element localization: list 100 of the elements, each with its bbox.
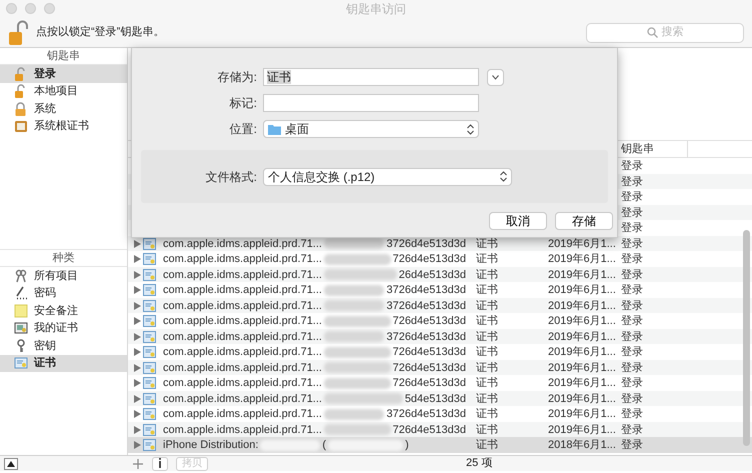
date-cell: 2018年6月1... <box>548 439 616 451</box>
sidebar-item[interactable]: 所有项目 <box>0 267 127 284</box>
keychain-cell: 登录 <box>621 346 643 358</box>
name-cell-text: ( <box>322 438 326 453</box>
kind-cell: 证书 <box>476 346 498 358</box>
redaction-blur <box>324 346 391 358</box>
certificate-icon <box>143 377 156 390</box>
certificate-icon <box>143 315 156 328</box>
up-down-arrows-icon <box>467 124 474 134</box>
keychain-cell: 登录 <box>621 392 643 404</box>
kind-cell: 证书 <box>476 439 498 451</box>
keychain-cell: 登录 <box>621 439 643 451</box>
name-cell-text: 726d4e513d3d <box>392 360 466 376</box>
redaction-blur <box>324 408 384 420</box>
name-cell-text: 5d4e513d3d <box>404 392 466 406</box>
kind-cell: 证书 <box>476 424 498 436</box>
certificate-icon <box>143 238 156 250</box>
sidebar-item[interactable]: 系统 <box>0 100 127 118</box>
table-row[interactable]: com.apple.idms.appleid.prd.71... 726d4e513d3d 证书 2019年6月1... 登录 <box>128 422 752 437</box>
sidebar-item[interactable]: 密钥 <box>0 337 127 354</box>
keychain-cell: 登录 <box>621 330 643 342</box>
certificate-icon <box>143 300 156 312</box>
lock-icon <box>14 102 28 116</box>
cancel-button[interactable]: 取消 <box>489 212 547 230</box>
redaction-blur <box>324 316 391 327</box>
table-row[interactable]: com.apple.idms.appleid.prd.71... 726d4e513d3d 证书 2019年6月1... 登录 <box>128 375 752 390</box>
redaction-blur <box>324 424 391 436</box>
table-row[interactable]: com.apple.idms.appleid.prd.71... 726d4e513d3d 证书 2019年6月1... 登录 <box>128 360 752 375</box>
field-label: 文件格式: <box>204 168 258 186</box>
sidebar-toggle-icon[interactable] <box>4 458 18 470</box>
sidebar-item[interactable]: 证书 <box>0 354 127 372</box>
date-cell: 2019年6月1... <box>548 424 616 436</box>
section-header: 种类 <box>0 250 127 267</box>
table-row[interactable]: iPhone Distribution: ( ) 证书 2018年6月1... 登录 <box>128 437 752 452</box>
redaction-blur <box>324 238 384 250</box>
scrollbar[interactable] <box>743 230 750 446</box>
certificate-icon <box>143 330 156 343</box>
keychain-cell: 登录 <box>621 284 643 296</box>
text-field[interactable] <box>263 94 479 112</box>
keychain-cell: 登录 <box>621 315 643 327</box>
sidebar-item[interactable]: 本地项目 <box>0 82 127 100</box>
certificate-icon <box>143 408 156 420</box>
name-cell-text: 3726d4e513d3d <box>386 330 466 344</box>
table-row[interactable]: com.apple.idms.appleid.prd.71... 726d4e513d3d 证书 2019年6月1... 登录 <box>128 344 752 360</box>
text-field[interactable]: 证书 <box>263 68 479 86</box>
date-cell: 2019年6月1... <box>548 346 616 358</box>
section-header: 钥匙串 <box>0 48 127 65</box>
name-cell-text: 3726d4e513d3d <box>386 298 466 314</box>
table-row[interactable]: com.apple.idms.appleid.prd.71... 3726d4e513d3d 证书 2019年6月1... 登录 <box>128 298 752 313</box>
name-cell-text: com.apple.idms.appleid.prd.71... <box>163 360 322 376</box>
name-cell-text: 3726d4e513d3d <box>386 407 466 422</box>
format-popup[interactable]: 个人信息交换 (.p12) <box>263 168 512 186</box>
name-cell-text: com.apple.idms.appleid.prd.71... <box>163 422 322 438</box>
redaction-blur <box>260 440 320 451</box>
redaction-blur <box>324 331 384 342</box>
save-button[interactable]: 存储 <box>555 212 613 230</box>
add-icon[interactable] <box>132 458 144 470</box>
certificate-icon <box>143 392 156 405</box>
location-popup[interactable]: 桌面 <box>263 120 479 138</box>
certificate-icon <box>143 439 156 452</box>
date-cell: 2019年6月1... <box>548 392 616 404</box>
sidebar-item[interactable]: 登录 <box>0 65 127 82</box>
redaction-blur <box>324 378 391 389</box>
name-cell-text: com.apple.idms.appleid.prd.71... <box>163 298 322 314</box>
sidebar-item[interactable]: 我的证书 <box>0 320 127 337</box>
kind-cell: 证书 <box>476 408 498 420</box>
table-row[interactable]: com.apple.idms.appleid.prd.71... 726d4e513d3d 证书 2019年6月1... 登录 <box>128 251 752 266</box>
date-cell: 2019年6月1... <box>548 315 616 327</box>
name-cell-text: iPhone Distribution: <box>163 438 258 453</box>
table-row[interactable]: com.apple.idms.appleid.prd.71... 3726d4e513d3d 证书 2019年6月1... 登录 <box>128 282 752 298</box>
kind-cell: 证书 <box>476 330 498 342</box>
certificate-icon <box>14 321 28 336</box>
sidebar-item[interactable]: 密码 <box>0 284 127 302</box>
keychain-cell: 登录 <box>621 300 643 312</box>
date-cell: 2019年6月1... <box>548 284 616 296</box>
field-label: 位置: <box>228 121 258 138</box>
certificate-icon <box>143 362 156 374</box>
table-row[interactable]: com.apple.idms.appleid.prd.71... 726d4e513d3d 证书 2019年6月1... 登录 <box>128 313 752 328</box>
keychain-cell: 登录 <box>621 160 643 172</box>
name-cell-text: com.apple.idms.appleid.prd.71... <box>163 407 322 422</box>
table-row[interactable]: com.apple.idms.appleid.prd.71... 3726d4e513d3d 证书 2019年6月1... 登录 <box>128 328 752 344</box>
expand-button[interactable] <box>487 68 504 86</box>
pen-icon <box>14 286 28 300</box>
table-row[interactable]: com.apple.idms.appleid.prd.71... 26d4e513d3d 证书 2019年6月1... 登录 <box>128 266 752 282</box>
date-cell: 2019年6月1... <box>548 238 616 250</box>
name-cell-text: com.apple.idms.appleid.prd.71... <box>163 345 322 360</box>
name-cell-text: 726d4e513d3d <box>392 252 466 267</box>
name-cell-text: com.apple.idms.appleid.prd.71... <box>163 283 322 298</box>
kind-cell: 证书 <box>476 315 498 327</box>
sidebar-item[interactable]: 安全备注 <box>0 302 127 320</box>
sidebar-item[interactable]: 系统根证书 <box>0 118 127 135</box>
info-button[interactable] <box>152 456 168 470</box>
open-lock-icon[interactable] <box>8 20 28 46</box>
search-icon <box>646 27 658 38</box>
folder-icon <box>268 124 281 134</box>
table-row[interactable]: com.apple.idms.appleid.prd.71... 3726d4e513d3d 证书 2019年6月1... 登录 <box>128 406 752 422</box>
table-row[interactable]: com.apple.idms.appleid.prd.71... 5d4e513d3d 证书 2019年6月1... 登录 <box>128 390 752 406</box>
note-icon <box>14 304 28 318</box>
keys-icon <box>14 268 28 283</box>
name-cell-text: com.apple.idms.appleid.prd.71... <box>163 252 322 267</box>
